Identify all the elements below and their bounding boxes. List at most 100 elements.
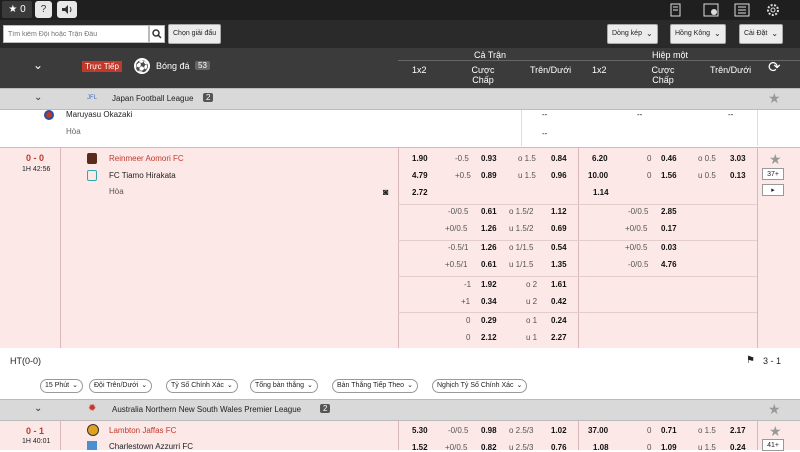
odds-value[interactable]: 0.24	[551, 316, 567, 325]
odds-value[interactable]: 2.12	[481, 333, 497, 342]
odds-value[interactable]: 0.42	[551, 297, 567, 306]
odds-value[interactable]: 4.79	[412, 171, 428, 180]
help-button[interactable]: ?	[35, 1, 52, 18]
handicap-line: -0/0.5	[448, 426, 469, 435]
home-team[interactable]: Lambton Jaffas FC	[109, 426, 176, 435]
chevron-down-icon[interactable]: ⌄	[34, 92, 42, 103]
odds-value[interactable]: 2.72	[412, 188, 428, 197]
odds-format-label: Hồng Kông	[675, 30, 711, 37]
ou-line: u 1/1.5	[509, 260, 534, 269]
odds-value[interactable]: 37.00	[588, 426, 608, 435]
odds-value[interactable]: 0.98	[481, 426, 497, 435]
tab-total-goals[interactable]: Tổng bàn thắng ⌄	[250, 379, 318, 393]
handicap-line: 0	[647, 154, 652, 163]
odds-value[interactable]: 0.17	[661, 224, 677, 233]
odds-value[interactable]: 0.34	[481, 297, 497, 306]
settings-dropdown[interactable]: Cài Đặt ⌄	[739, 24, 784, 44]
betslip-button[interactable]	[660, 0, 690, 20]
odds-value[interactable]: 2.85	[661, 207, 677, 216]
team-name[interactable]: Maruyasu Okazaki	[66, 110, 132, 119]
tab-reverse-correct-score[interactable]: Nghịch Tỷ Số Chính Xác ⌄	[432, 379, 528, 393]
odds-value[interactable]: 2.27	[551, 333, 567, 342]
more-markets-button[interactable]: 37+	[762, 168, 784, 180]
odds-value[interactable]: 0.76	[551, 443, 567, 452]
chevron-down-icon[interactable]: ⌄	[34, 403, 42, 414]
results-icon	[703, 3, 719, 17]
results-button[interactable]	[696, 0, 726, 20]
odds-value[interactable]: 1.26	[481, 243, 497, 252]
odds-value[interactable]: 0.93	[481, 154, 497, 163]
live-label[interactable]: Trực Tiếp	[82, 61, 122, 72]
odds-value[interactable]: 0.96	[551, 171, 567, 180]
tv-icon[interactable]: ◙	[383, 187, 388, 197]
odds-value[interactable]: 1.92	[481, 280, 497, 289]
odds-value[interactable]: 1.14	[593, 188, 609, 197]
settings-button[interactable]	[758, 0, 788, 20]
odds-value[interactable]: 5.30	[412, 426, 428, 435]
odds-value[interactable]: 3.03	[730, 154, 746, 163]
ou-line: u 0.5	[698, 171, 716, 180]
odds-value[interactable]: 1.08	[593, 443, 609, 452]
odds-value[interactable]: 0.29	[481, 316, 497, 325]
stats-button[interactable]	[727, 0, 757, 20]
sound-button[interactable]	[57, 1, 77, 18]
odds-value[interactable]: 0.89	[481, 171, 497, 180]
odds-value[interactable]: 0.84	[551, 154, 567, 163]
favorites-button[interactable]: ★ 0	[2, 1, 32, 18]
chevron-down-icon: ⌄	[771, 29, 779, 38]
odds-value[interactable]: 0.82	[481, 443, 497, 452]
ft-over-under-header: Trên/Dưới	[530, 65, 572, 75]
tab-correct-score[interactable]: Tỷ Số Chính Xác ⌄	[166, 379, 238, 393]
star-icon[interactable]: ★	[769, 151, 782, 168]
odds-value[interactable]: 0.69	[551, 224, 567, 233]
away-team[interactable]: FC Tiamo Hirakata	[109, 171, 176, 180]
odds-value[interactable]: 1.52	[412, 443, 428, 452]
odds-value[interactable]: 1.35	[551, 260, 567, 269]
odds-value[interactable]: 4.76	[661, 260, 677, 269]
star-icon[interactable]: ★	[769, 423, 782, 440]
star-icon[interactable]: ★	[768, 90, 781, 107]
search-button[interactable]	[149, 25, 165, 43]
odds-value[interactable]: 0.61	[481, 207, 497, 216]
odds-type-dropdown[interactable]: Dòng kép ⌄	[607, 24, 658, 44]
odds-value[interactable]: 10.00	[588, 171, 608, 180]
corner-flag-icon: ⚑	[746, 355, 755, 366]
chevron-down-icon: ⌄	[226, 382, 233, 389]
home-team[interactable]: Reinmeer Aomori FC	[109, 154, 184, 163]
choose-league-button[interactable]: Chọn giải đấu	[168, 24, 222, 44]
league-header[interactable]: ⌄ JFL Japan Football League 2 ★	[0, 88, 800, 110]
odds-value[interactable]: 1.26	[481, 224, 497, 233]
odds-value[interactable]: 0.61	[481, 260, 497, 269]
collapse-all-icon[interactable]: ⌄	[33, 58, 43, 72]
odds-value[interactable]: 6.20	[592, 154, 608, 163]
odds-value[interactable]: 1.90	[412, 154, 428, 163]
odds-value[interactable]: 0.03	[661, 243, 677, 252]
odds-format-dropdown[interactable]: Hồng Kông ⌄	[670, 24, 726, 44]
sound-icon	[62, 5, 72, 14]
odds-value[interactable]: 0.54	[551, 243, 567, 252]
odds-value[interactable]: 1.12	[551, 207, 567, 216]
tab-15-min[interactable]: 15 Phút ⌄	[40, 379, 84, 393]
filter-bar: Chọn giải đấu Dòng kép⌄ Hồng Kông⌄ Cài Đ…	[0, 20, 800, 48]
league-name: Australia Northern New South Wales Premi…	[112, 405, 302, 414]
odds-value[interactable]: 0.46	[661, 154, 677, 163]
handicap-line: -1	[464, 280, 472, 289]
odds-value[interactable]: 1.56	[661, 171, 677, 180]
odds-value[interactable]: 0.13	[730, 171, 746, 180]
odds-value[interactable]: 0.24	[730, 443, 746, 452]
tab-next-goal[interactable]: Bàn Thắng Tiếp Theo ⌄	[332, 379, 418, 393]
search-input[interactable]	[3, 25, 149, 43]
ou-line: o 1.5	[698, 426, 716, 435]
tab-team-ou[interactable]: Đội Trên/Dưới ⌄	[89, 379, 153, 393]
odds-value[interactable]: 1.09	[661, 443, 677, 452]
odds-value[interactable]: 0.71	[661, 426, 677, 435]
more-markets-button[interactable]: 41+	[762, 439, 784, 451]
odds-value[interactable]: 1.61	[551, 280, 567, 289]
league-header[interactable]: ⌄ ✹ Australia Northern New South Wales P…	[0, 399, 800, 421]
team-logo	[87, 441, 97, 450]
odds-value[interactable]: 1.02	[551, 426, 567, 435]
odds-value: --	[637, 110, 643, 119]
star-icon[interactable]: ★	[768, 401, 781, 418]
stream-button[interactable]: ▸	[762, 184, 784, 196]
odds-value[interactable]: 2.17	[730, 426, 746, 435]
